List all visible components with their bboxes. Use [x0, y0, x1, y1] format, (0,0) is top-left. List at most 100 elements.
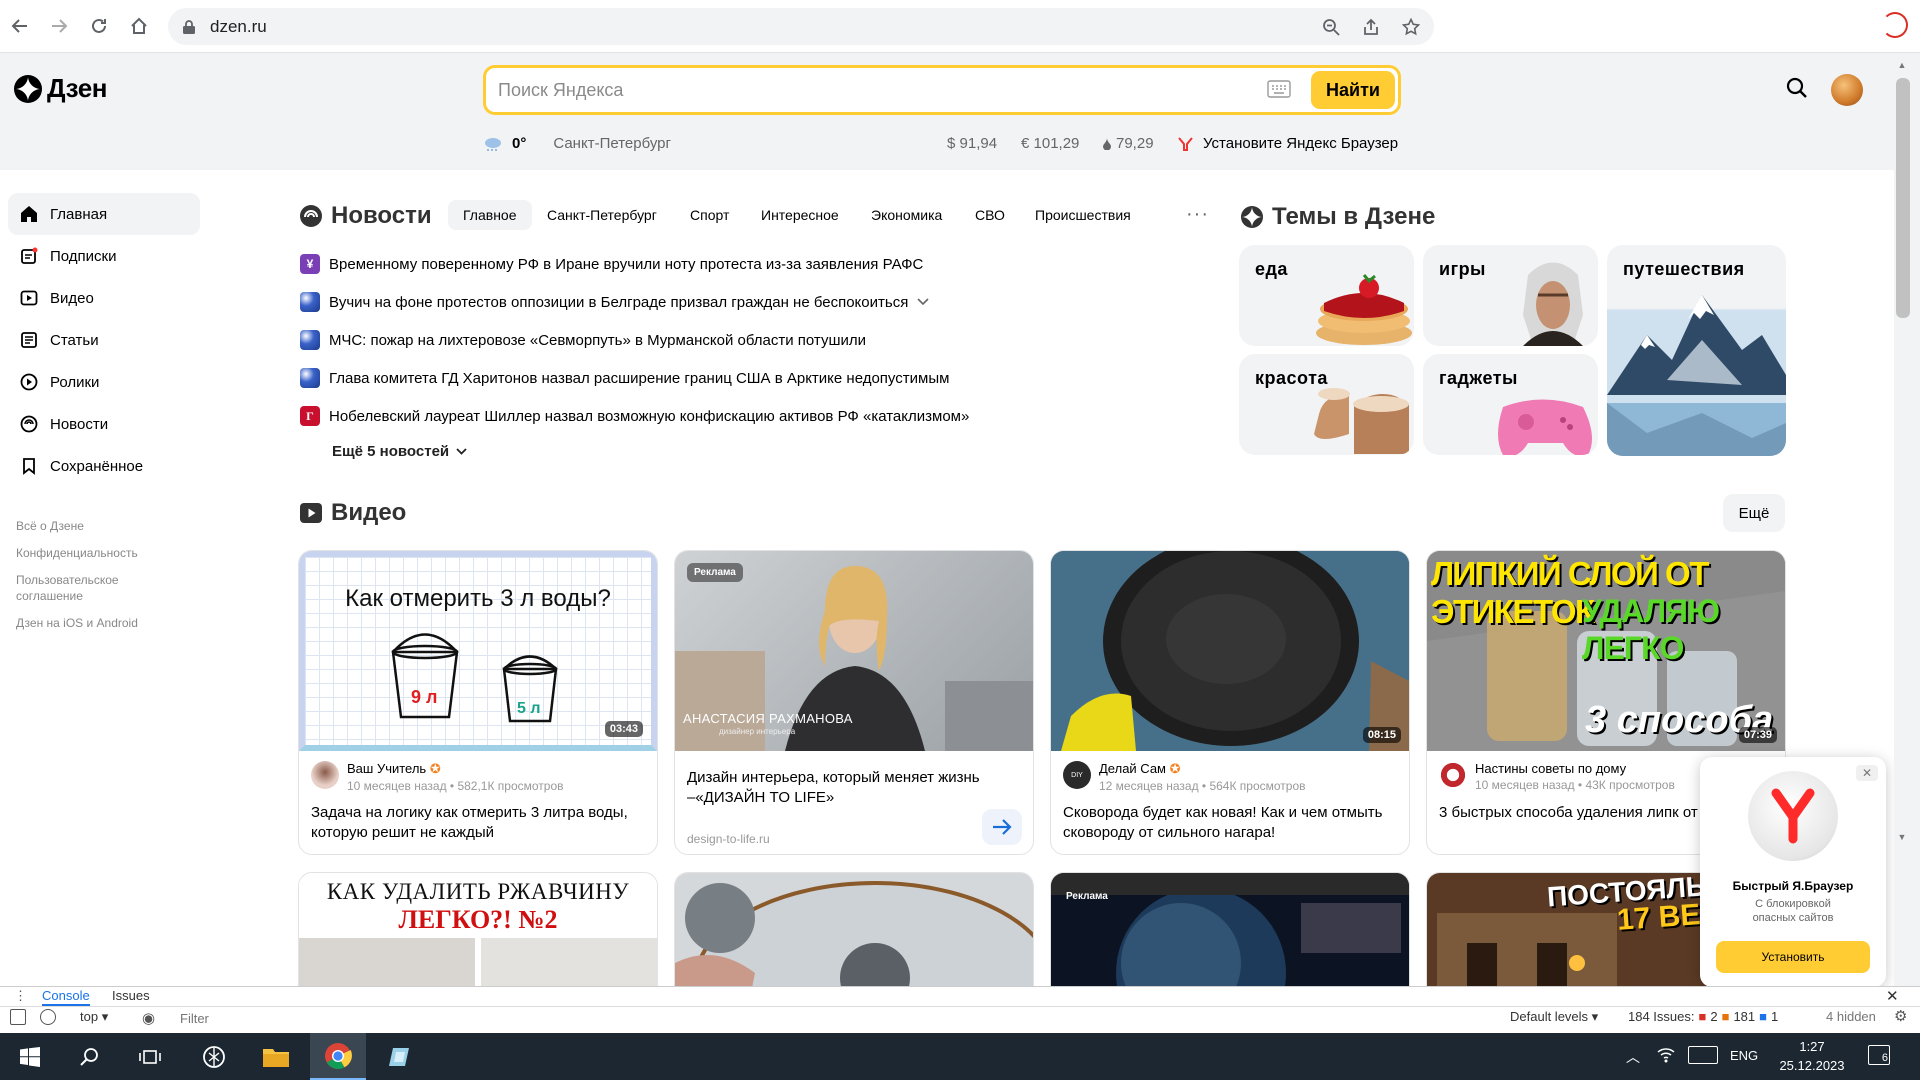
install-button[interactable]: Установить [1716, 941, 1870, 973]
sidebar-item-saved[interactable]: Сохранённое [8, 445, 200, 487]
url-text[interactable]: dzen.ru [210, 17, 267, 37]
devtools-tab-console[interactable]: Console [42, 988, 90, 1006]
news-section-title[interactable]: Новости [299, 202, 432, 230]
zoom-icon[interactable] [1320, 16, 1342, 38]
channel-avatar[interactable] [1439, 761, 1467, 789]
issues-counter[interactable]: 184 Issues: ■ 2 ■ 181 ■ 1 [1628, 1009, 1778, 1024]
task-view-icon[interactable] [122, 1033, 178, 1080]
arrow-right-icon[interactable] [982, 809, 1022, 845]
search-icon[interactable] [1786, 77, 1808, 99]
topics-section-title[interactable]: Темы в Дзене [1240, 203, 1435, 231]
sidebar-item-video[interactable]: Видео [8, 277, 200, 319]
news-tab-svo[interactable]: СВО [960, 200, 1020, 230]
home-browser-icon[interactable] [127, 14, 151, 38]
video-card[interactable]: 08:15 DIY Делай Сам ✪ 12 месяцев назад •… [1050, 550, 1410, 855]
search-input[interactable] [498, 68, 1238, 112]
sidebar-item-home[interactable]: Главная [8, 193, 200, 235]
channel-name[interactable]: Делай Сам [1099, 761, 1166, 776]
weather-widget[interactable]: 0° Санкт-Петербург [483, 135, 671, 152]
news-tab-spb[interactable]: Санкт-Петербург [532, 200, 672, 230]
profile-menu-icon[interactable] [1882, 12, 1908, 38]
hidden-count[interactable]: 4 hidden [1826, 1009, 1876, 1024]
wifi-icon[interactable] [1656, 1045, 1676, 1063]
ad-card[interactable]: Реклама [1050, 872, 1410, 986]
user-avatar[interactable] [1831, 74, 1863, 106]
news-item[interactable]: Глава комитета ГД Харитонов назвал расши… [300, 368, 949, 388]
footer-link-about[interactable]: Всё о Дзене [16, 518, 146, 534]
news-tab-economy[interactable]: Экономика [856, 200, 957, 230]
scroll-down-icon[interactable]: ▼ [1895, 832, 1909, 848]
log-levels-dropdown[interactable]: Default levels ▾ [1510, 1009, 1598, 1025]
video-card[interactable] [674, 872, 1034, 986]
news-tabs-more-icon[interactable]: ··· [1186, 203, 1209, 226]
app-icon[interactable] [372, 1033, 428, 1080]
chrome-icon[interactable] [310, 1033, 366, 1080]
usd-rate[interactable]: $ 91,94 [947, 135, 997, 152]
devtools-tab-issues[interactable]: Issues [112, 988, 150, 1003]
footer-link-apps[interactable]: Дзен на iOS и Android [16, 615, 146, 631]
topic-gadgets[interactable]: гаджеты [1423, 354, 1598, 455]
topic-beauty[interactable]: красота [1239, 354, 1414, 455]
file-explorer-icon[interactable] [248, 1033, 304, 1080]
clock[interactable]: 1:27 25.12.2023 [1776, 1037, 1848, 1075]
settings-gear-icon[interactable]: ⚙ [1894, 1007, 1907, 1025]
sidebar-item-news[interactable]: Новости [8, 403, 200, 445]
topic-food[interactable]: еда [1239, 245, 1414, 346]
channel-name[interactable]: Настины советы по дому [1475, 761, 1675, 776]
topic-games[interactable]: игры [1423, 245, 1598, 346]
video-section-title[interactable]: Видео [299, 499, 406, 527]
chatgpt-icon[interactable] [186, 1033, 242, 1080]
site-info-icon[interactable] [182, 19, 196, 35]
news-tab-sport[interactable]: Спорт [675, 200, 744, 230]
eye-icon[interactable]: ◉ [142, 1009, 155, 1027]
search-button[interactable]: Найти [1311, 71, 1395, 109]
dzen-logo[interactable]: Дзен [14, 73, 107, 104]
keyboard-icon[interactable] [1267, 80, 1291, 98]
channel-avatar[interactable]: DIY [1063, 761, 1091, 789]
news-item[interactable]: ¥ Временному поверенному РФ в Иране вруч… [300, 254, 923, 274]
clear-console-icon[interactable] [40, 1009, 56, 1025]
tray-chevron-icon[interactable]: ︿ [1626, 1047, 1640, 1067]
sidebar-item-subscriptions[interactable]: Подписки [8, 235, 200, 277]
back-icon[interactable] [8, 14, 32, 38]
forward-icon[interactable] [47, 14, 71, 38]
ad-card[interactable]: Реклама АНАСТАСИЯ РАХМАНОВА дизайнер инт… [674, 550, 1034, 855]
address-bar[interactable] [168, 8, 1434, 45]
news-more-button[interactable]: Ещё 5 новостей [332, 443, 467, 460]
notifications-icon[interactable]: 6 [1868, 1045, 1890, 1065]
console-filter-input[interactable] [180, 1008, 1500, 1028]
scroll-up-icon[interactable]: ▲ [1895, 60, 1909, 76]
scrollbar-thumb[interactable] [1896, 78, 1910, 318]
keyboard-tray-icon[interactable] [1688, 1046, 1718, 1064]
video-card[interactable]: КАК УДАЛИТЬ РЖАВЧИНУ ЛЕГКО?! №2 [298, 872, 658, 986]
sidebar-item-articles[interactable]: Статьи [8, 319, 200, 361]
channel-avatar[interactable] [311, 761, 339, 789]
channel-name[interactable]: Ваш Учитель [347, 761, 426, 776]
share-icon[interactable] [1360, 16, 1382, 38]
oil-rate[interactable]: 79,29 [1103, 135, 1154, 152]
browser-promo-link[interactable]: Установите Яндекс Браузер [1177, 135, 1398, 152]
topic-travel[interactable]: путешествия [1607, 245, 1786, 456]
ad-domain[interactable]: design-to-life.ru [687, 832, 770, 846]
language-indicator[interactable]: ENG [1730, 1048, 1758, 1063]
news-tab-interesting[interactable]: Интересное [746, 200, 854, 230]
chevron-down-icon[interactable] [917, 298, 929, 306]
close-icon[interactable]: ✕ [1856, 765, 1878, 781]
news-item[interactable]: МЧС: пожар на лихтеровозе «Севморпуть» в… [300, 330, 866, 350]
search-taskbar-icon[interactable] [62, 1033, 118, 1080]
footer-link-terms[interactable]: Пользовательское соглашение [16, 572, 146, 604]
footer-link-privacy[interactable]: Конфиденциальность [16, 545, 146, 561]
reload-icon[interactable] [87, 14, 111, 38]
sidebar-toggle-icon[interactable] [10, 1009, 26, 1025]
drawer-menu-icon[interactable]: ⋮ [14, 988, 27, 1004]
windows-start-icon[interactable] [2, 1033, 58, 1080]
news-tab-incidents[interactable]: Происшествия [1020, 200, 1146, 230]
video-more-button[interactable]: Ещё [1723, 494, 1785, 532]
context-selector[interactable]: top ▾ [80, 1009, 108, 1025]
sidebar-item-shorts[interactable]: Ролики [8, 361, 200, 403]
news-tab-main[interactable]: Главное [448, 200, 532, 230]
news-item[interactable]: Вучич на фоне протестов оппозиции в Белг… [300, 292, 929, 312]
close-drawer-icon[interactable]: ✕ [1886, 987, 1899, 1005]
news-item[interactable]: Г Нобелевский лауреат Шиллер назвал возм… [300, 406, 969, 426]
eur-rate[interactable]: € 101,29 [1021, 135, 1079, 152]
